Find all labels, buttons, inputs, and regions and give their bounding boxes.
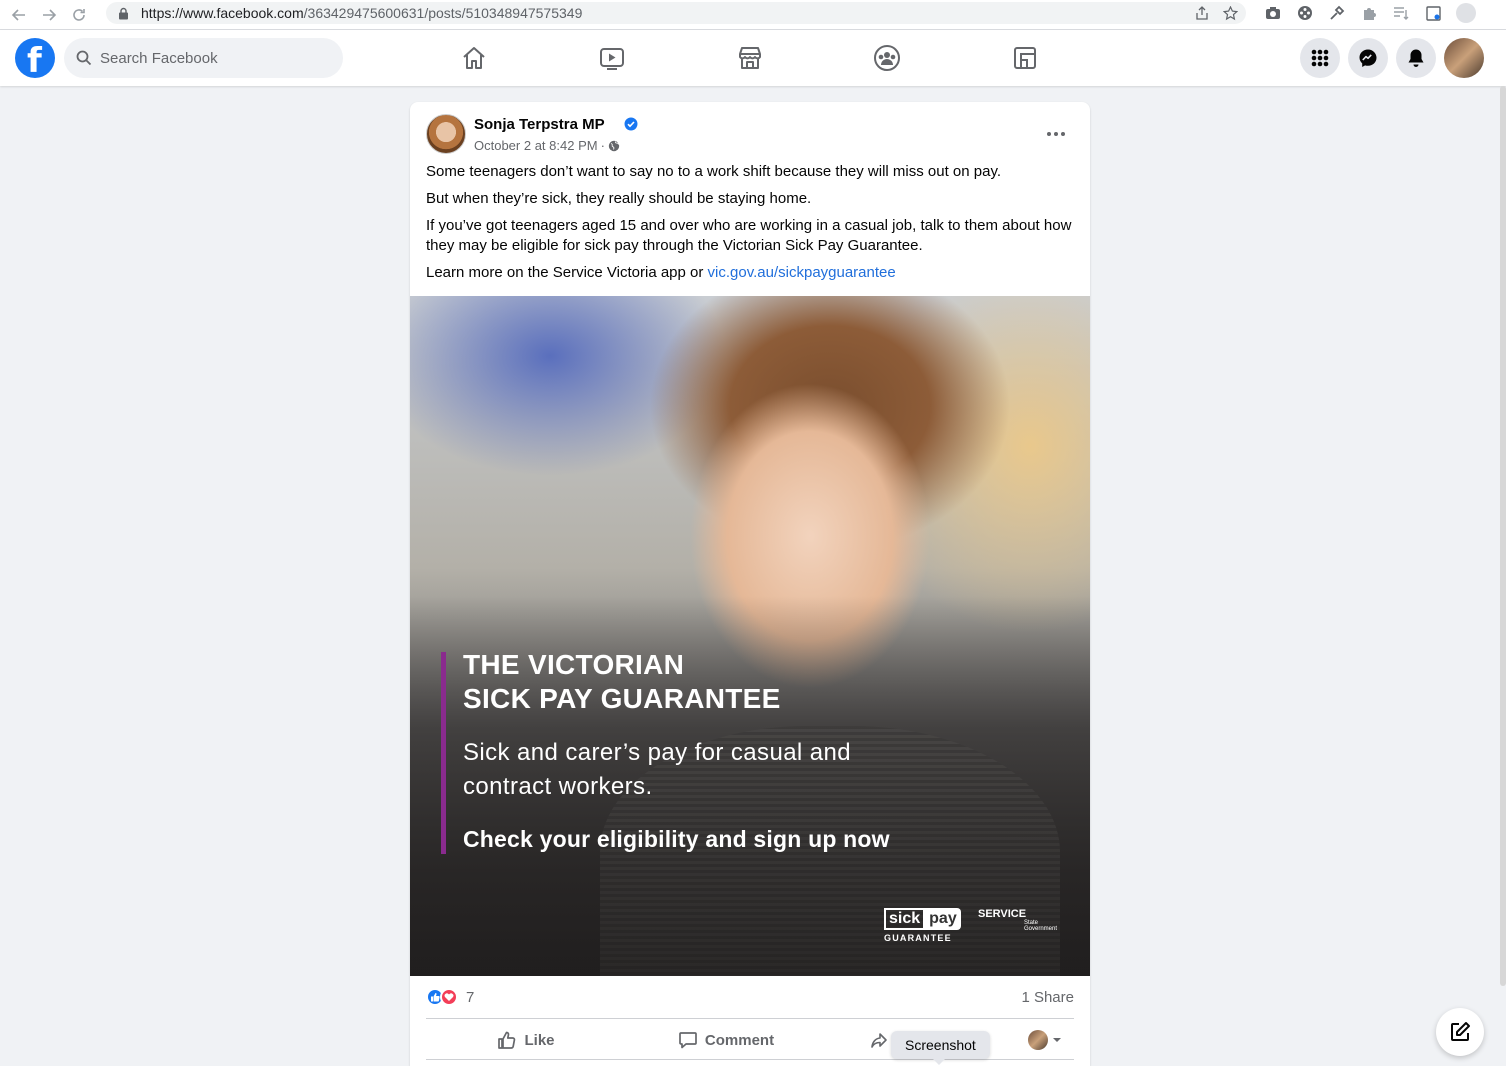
like-button[interactable]: Like (426, 1024, 626, 1056)
menu-grid-icon[interactable] (1300, 38, 1340, 78)
back-icon[interactable] (4, 3, 34, 27)
screenshot-tooltip: Screenshot (891, 1031, 990, 1065)
address-bar[interactable]: https://www.facebook.com/363429475600631… (106, 2, 1246, 24)
post-header: Sonja Terpstra MP October 2 at 8:42 PM · (426, 114, 1074, 154)
page-scrollbar[interactable] (1500, 86, 1506, 986)
image-cta: Check your eligibility and sign up now (463, 826, 890, 852)
sick-pay-guarantee-logo: sick pay GUARANTEE (884, 908, 961, 943)
thumbs-up-icon (498, 1031, 516, 1049)
share-count[interactable]: 1 Share (1021, 989, 1074, 1006)
post-paragraph: But when they’re sick, they really shoul… (426, 190, 812, 207)
share-icon (871, 1033, 887, 1048)
search-icon (76, 50, 92, 66)
comment-label: Comment (704, 1031, 775, 1049)
compose-icon (1451, 1022, 1470, 1041)
sidebar-extension-icon[interactable] (1424, 4, 1442, 22)
logo-sick-text: sick (884, 908, 926, 930)
forward-icon[interactable] (34, 3, 64, 27)
reading-list-icon[interactable] (1392, 4, 1410, 22)
image-subtitle-line: Sick and carer’s pay for casual and (463, 739, 851, 766)
audience-selector[interactable] (1028, 1030, 1074, 1050)
post-image[interactable]: THE VICTORIAN SICK PAY GUARANTEE Sick an… (410, 296, 1090, 976)
messenger-icon[interactable] (1348, 38, 1388, 78)
logo-service-text: SERVICE (978, 908, 1027, 920)
reaction-icons[interactable] (426, 988, 458, 1006)
image-title: THE VICTORIAN SICK PAY GUARANTEE (463, 648, 781, 716)
author-avatar[interactable] (426, 114, 466, 154)
globe-icon (608, 140, 620, 151)
divider (426, 1018, 1074, 1019)
meta-separator: · (600, 138, 605, 153)
sick-pay-link[interactable]: vic.gov.au/sickpayguarantee (708, 264, 896, 281)
like-label: Like (524, 1031, 555, 1049)
browser-profile-avatar[interactable] (1456, 3, 1476, 23)
marketplace-icon[interactable] (736, 44, 764, 72)
chevron-down-icon (1053, 1038, 1061, 1042)
share-page-icon[interactable] (1194, 5, 1210, 21)
verified-badge-icon (624, 117, 638, 131)
browser-toolbar: https://www.facebook.com/363429475600631… (0, 0, 1506, 30)
logo-pay-text: pay (925, 908, 961, 930)
film-extension-icon[interactable] (1296, 4, 1314, 22)
profile-avatar[interactable] (1444, 38, 1484, 78)
post-card: Sonja Terpstra MP October 2 at 8:42 PM ·… (410, 102, 1090, 1066)
bookmark-star-icon[interactable] (1222, 5, 1238, 21)
learn-more-text: Learn more on the Service Victoria app o… (426, 264, 708, 281)
reaction-count[interactable]: 7 (466, 989, 474, 1006)
lock-icon[interactable] (118, 7, 134, 20)
eyedropper-extension-icon[interactable] (1328, 4, 1346, 22)
home-icon[interactable] (460, 44, 488, 72)
facebook-logo-icon[interactable]: f (15, 38, 55, 79)
logo-service-sub: Government (1024, 926, 1058, 932)
url-path: /363429475600631/posts/510348947575349 (303, 5, 583, 21)
new-message-button[interactable] (1436, 1008, 1484, 1056)
image-subtitle: Sick and carer’s pay for casual and cont… (463, 736, 943, 804)
reactions-bar: 7 1 Share (426, 986, 1074, 1008)
service-victoria-logo: SERVICE State Government (978, 908, 1057, 932)
watch-icon[interactable] (598, 44, 626, 72)
post-paragraph: Some teenagers don’t want to say no to a… (426, 163, 1002, 180)
post-timestamp[interactable]: October 2 at 8:42 PM (474, 138, 598, 153)
image-title-line: SICK PAY GUARANTEE (463, 683, 781, 714)
audience-avatar (1028, 1030, 1048, 1050)
post-meta: October 2 at 8:42 PM · (474, 138, 620, 153)
image-subtitle-line: contract workers. (463, 773, 653, 800)
logo-guarantee-text: GUARANTEE (884, 933, 952, 943)
comment-button[interactable]: Comment (626, 1024, 826, 1056)
image-title-line: THE VICTORIAN (463, 649, 685, 680)
love-reaction-icon (440, 988, 458, 1006)
groups-icon[interactable] (873, 44, 901, 72)
purple-accent-bar (441, 652, 446, 854)
comment-icon (679, 1032, 697, 1049)
camera-extension-icon[interactable] (1264, 4, 1282, 22)
post-paragraph: If you’ve got teenagers aged 15 and over… (426, 217, 1072, 254)
url-host: https://www.facebook.com (141, 5, 304, 21)
notifications-icon[interactable] (1396, 38, 1436, 78)
more-options-icon[interactable] (1044, 122, 1068, 146)
facebook-top-bar: f (0, 30, 1506, 86)
search-box[interactable] (64, 38, 343, 78)
post-body: Some teenagers don’t want to say no to a… (426, 162, 1074, 290)
reload-icon[interactable] (64, 3, 94, 27)
search-input[interactable] (100, 49, 320, 67)
divider (426, 1059, 1074, 1060)
author-name[interactable]: Sonja Terpstra MP (474, 116, 605, 133)
gaming-icon[interactable] (1011, 44, 1039, 72)
puzzle-extension-icon[interactable] (1360, 4, 1378, 22)
post-paragraph: Learn more on the Service Victoria app o… (426, 263, 1074, 283)
